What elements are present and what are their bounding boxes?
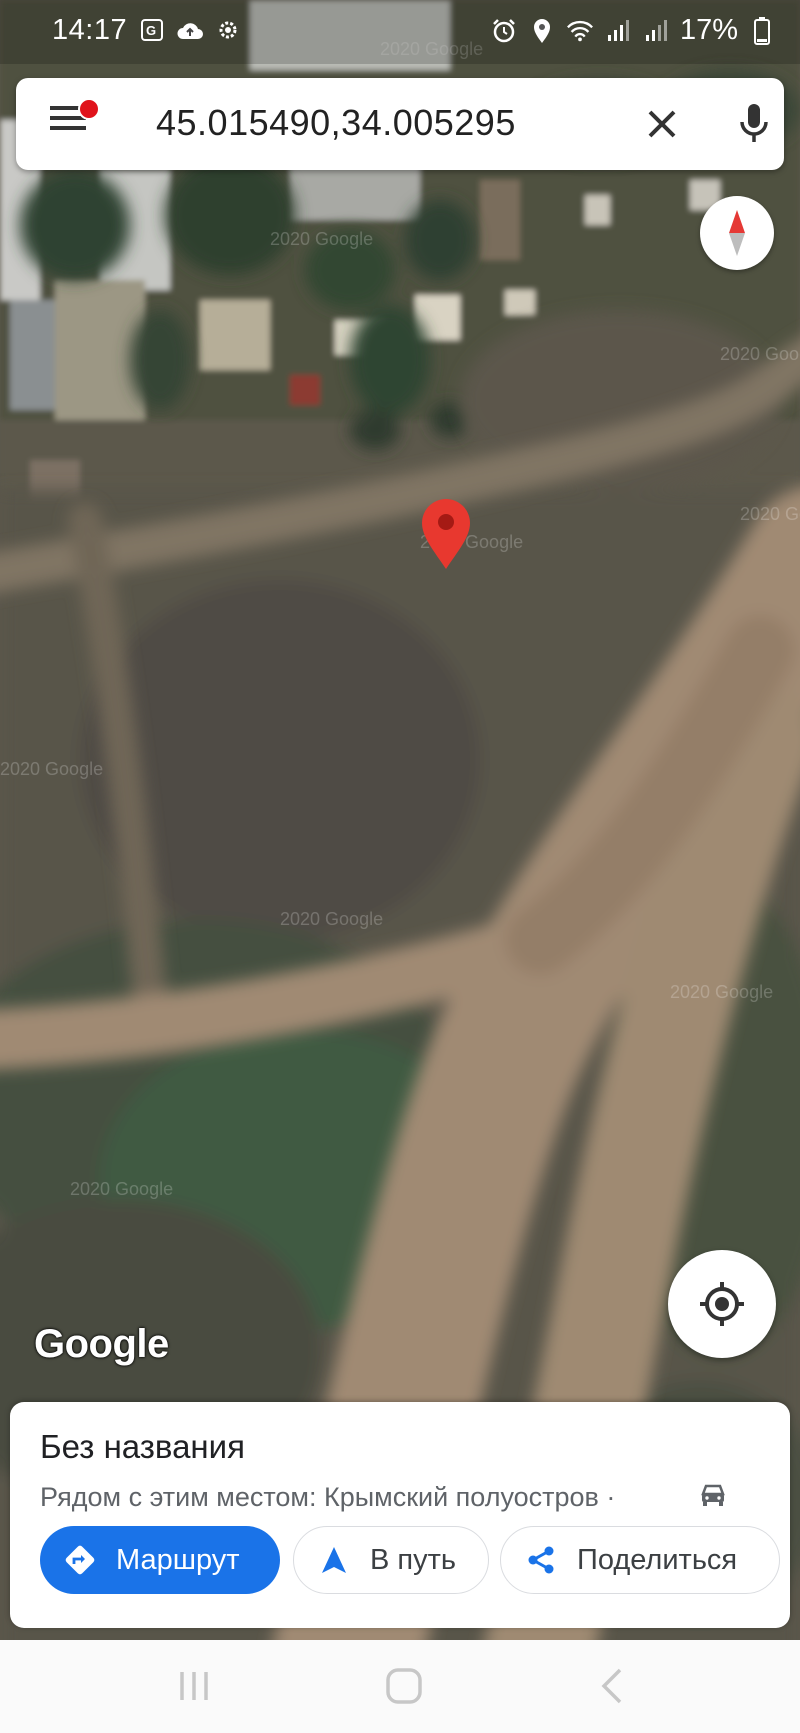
navigation-arrow-icon [316,1542,352,1578]
mic-icon[interactable] [732,100,776,148]
svg-text:G: G [146,23,156,38]
settings-icon [214,16,242,44]
compass-icon[interactable] [700,196,774,270]
system-nav-bar [0,1640,800,1733]
notification-dot [78,98,100,120]
search-input[interactable] [156,102,576,144]
map-pin-icon[interactable] [420,497,472,571]
google-maps-notification-icon: G [138,16,166,44]
status-right-icons: 17% [490,14,776,47]
my-location-icon[interactable] [668,1250,776,1358]
directions-icon [62,1542,98,1578]
status-bar: 14:17 G 17% [0,0,800,64]
route-label: Маршрут [116,1543,240,1576]
route-button[interactable]: Маршрут [40,1526,280,1594]
location-icon [528,17,556,45]
map-watermark: 2020 Google [670,982,773,1002]
start-label: В путь [370,1543,456,1576]
share-icon [523,1542,559,1578]
back-icon[interactable] [590,1662,638,1710]
place-subtitle: Рядом с этим местом: Крымский полуостров… [40,1482,616,1512]
google-logo: Google [34,1322,169,1366]
signal-icon [604,17,632,45]
status-time: 14:17 [52,14,128,46]
recent-apps-icon[interactable] [170,1662,218,1710]
place-card[interactable]: Без названия Рядом с этим местом: Крымск… [10,1402,790,1628]
signal-icon [642,17,670,45]
close-icon[interactable] [640,102,684,146]
map-watermark: 2020 Google [280,909,383,929]
car-icon [698,1480,730,1512]
map-watermark: 2020 Google [70,1179,173,1199]
battery-icon [748,16,776,45]
search-bar [16,78,784,170]
battery-percent: 17% [679,14,738,46]
start-button[interactable]: В путь [293,1526,489,1594]
map-watermark: 2020 Google [270,229,373,249]
map-watermark: 2020 Google [0,759,103,779]
share-button[interactable]: Поделиться [500,1526,780,1594]
wifi-icon [566,17,594,45]
cloud-upload-icon [176,16,204,44]
map-watermark: 2020 Google [720,344,800,364]
map-watermark: 2020 Google [740,504,800,524]
place-title: Без названия [40,1428,245,1465]
share-label: Поделиться [577,1543,738,1576]
alarm-icon [490,17,518,45]
home-icon[interactable] [380,1662,428,1710]
status-left-icons: G [138,16,242,44]
